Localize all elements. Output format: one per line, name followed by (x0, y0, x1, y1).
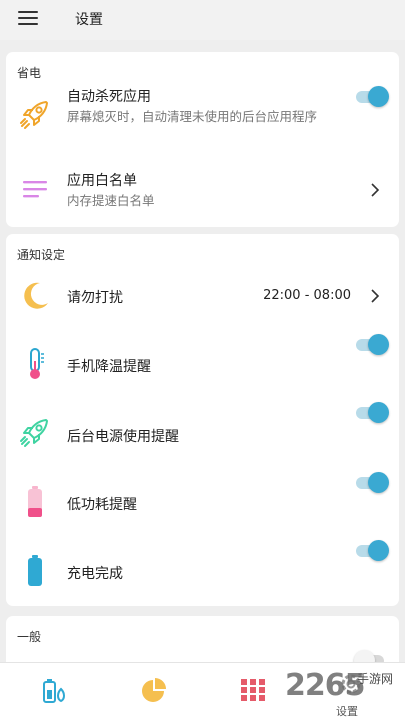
background-power-reminder-label: 后台电源使用提醒 (67, 429, 179, 445)
app-whitelist-label: 应用白名单 (67, 173, 137, 189)
top-app-bar: 设置 (0, 0, 405, 40)
setting-low-power-reminder[interactable]: 低功耗提醒 (6, 472, 399, 532)
battery-low-icon (18, 485, 52, 519)
list-icon (18, 172, 52, 206)
setting-background-power-reminder[interactable]: 后台电源使用提醒 (6, 402, 399, 462)
cooling-reminder-label: 手机降温提醒 (67, 359, 151, 375)
power-saving-card: 省电 自动杀死应用 屏幕熄灭时，自动清理未使用的后台应用程序 应用白名单 内存提… (6, 52, 399, 227)
auto-kill-apps-toggle[interactable] (354, 86, 389, 108)
section-title-notify: 通知设定 (17, 248, 66, 262)
notification-settings-card: 通知设定 请勿打扰 22:00 - 08:00 手机降温提醒 后台电源使用提醒 … (6, 234, 399, 606)
setting-do-not-disturb[interactable]: 请勿打扰 22:00 - 08:00 (6, 276, 399, 316)
cooling-reminder-toggle[interactable] (354, 334, 389, 356)
rocket-icon (18, 98, 52, 132)
watermark-number: 2265 (285, 668, 365, 703)
low-power-reminder-toggle[interactable] (354, 472, 389, 494)
low-power-reminder-label: 低功耗提醒 (67, 497, 137, 513)
pie-chart-icon[interactable] (138, 675, 168, 705)
setting-auto-kill-apps[interactable]: 自动杀死应用 屏幕熄灭时，自动清理未使用的后台应用程序 (6, 80, 399, 150)
moon-icon (18, 279, 52, 313)
charge-complete-label: 充电完成 (67, 566, 123, 582)
section-title-general: 一般 (17, 630, 42, 644)
thermometer-icon (18, 347, 52, 381)
battery-saver-icon[interactable] (40, 675, 70, 705)
rocket-icon (18, 416, 52, 450)
do-not-disturb-time: 22:00 - 08:00 (263, 288, 351, 303)
background-power-reminder-toggle[interactable] (354, 402, 389, 424)
app-whitelist-description: 内存提速白名单 (67, 193, 155, 208)
chevron-right-icon (369, 288, 381, 304)
section-title-power: 省电 (17, 66, 42, 80)
hamburger-menu-icon[interactable] (18, 10, 40, 28)
do-not-disturb-label: 请勿打扰 (67, 290, 123, 306)
charge-complete-toggle[interactable] (354, 540, 389, 562)
setting-charge-complete[interactable]: 充电完成 (6, 540, 399, 600)
page-title: 设置 (75, 12, 103, 28)
setting-app-whitelist[interactable]: 应用白名单 内存提速白名单 (6, 164, 399, 214)
battery-full-icon (18, 554, 52, 588)
watermark-caption: 手游网 (357, 672, 394, 686)
setting-cooling-reminder[interactable]: 手机降温提醒 (6, 334, 399, 394)
apps-grid-icon[interactable] (238, 675, 268, 705)
chevron-right-icon (369, 182, 381, 198)
auto-kill-apps-description: 屏幕熄灭时，自动清理未使用的后台应用程序 (67, 109, 318, 124)
site-watermark: 2265 手游网 (285, 666, 405, 720)
auto-kill-apps-label: 自动杀死应用 (67, 89, 151, 105)
